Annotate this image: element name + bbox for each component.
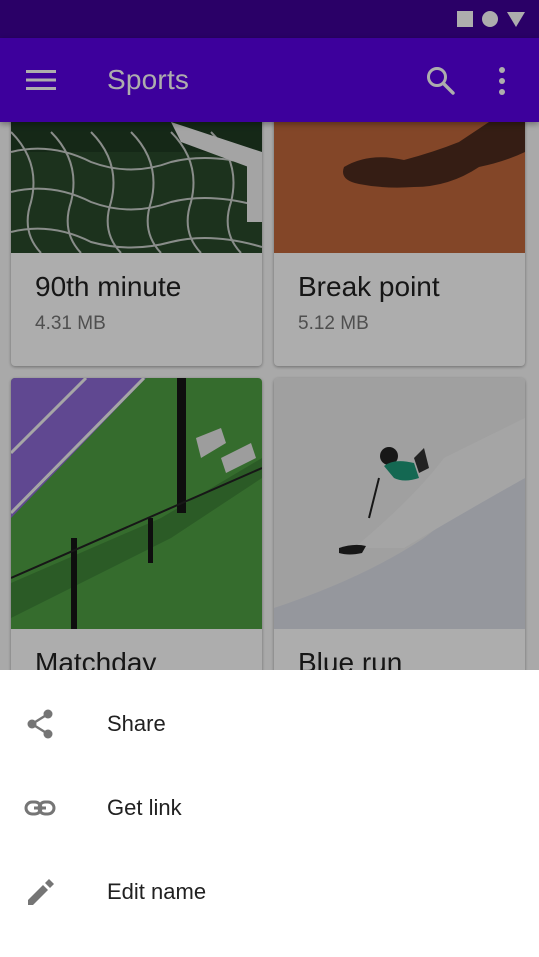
- link-icon: [24, 800, 56, 816]
- share-icon: [27, 709, 53, 739]
- bottom-sheet: Share Get link Edit name: [0, 670, 539, 957]
- sheet-item-share[interactable]: Share: [0, 682, 539, 766]
- sheet-item-get-link[interactable]: Get link: [0, 766, 539, 850]
- sheet-item-edit-name[interactable]: Edit name: [0, 850, 539, 934]
- sheet-item-label: Edit name: [107, 879, 207, 904]
- sheet-item-label: Share: [107, 711, 166, 736]
- edit-icon: [28, 879, 54, 905]
- sheet-item-label: Get link: [107, 795, 182, 820]
- scrim-overlay[interactable]: [0, 0, 539, 670]
